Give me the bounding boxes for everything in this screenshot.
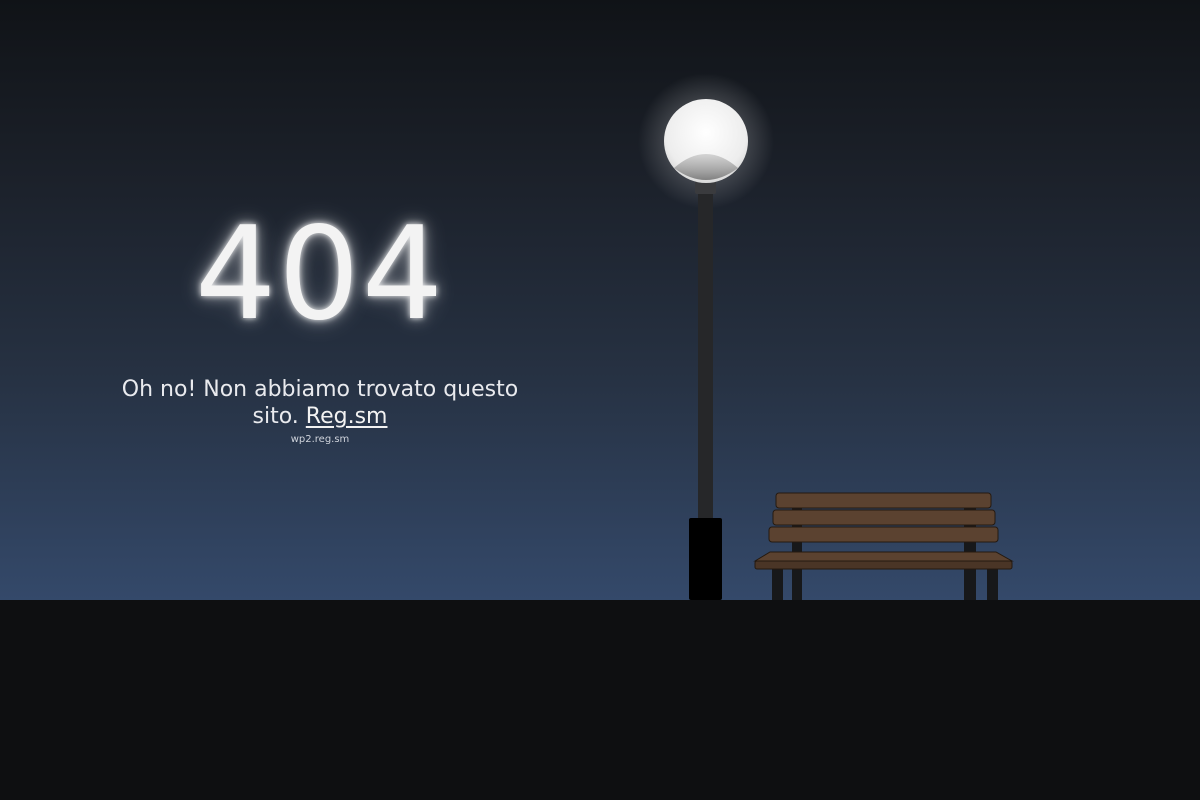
error-code: 404 [194, 200, 446, 349]
hostname-label: wp2.reg.sm [290, 434, 350, 445]
error-message: Oh no! Non abbiamo trovato questo sito. … [120, 376, 520, 430]
park-bench-icon [753, 492, 1014, 600]
street-lamp-icon [638, 73, 774, 600]
error-block: 404 Oh no! Non abbiamo trovato questo si… [120, 200, 520, 445]
error-page: 404 Oh no! Non abbiamo trovato questo si… [0, 0, 1200, 800]
home-link[interactable]: Reg.sm [306, 404, 388, 429]
